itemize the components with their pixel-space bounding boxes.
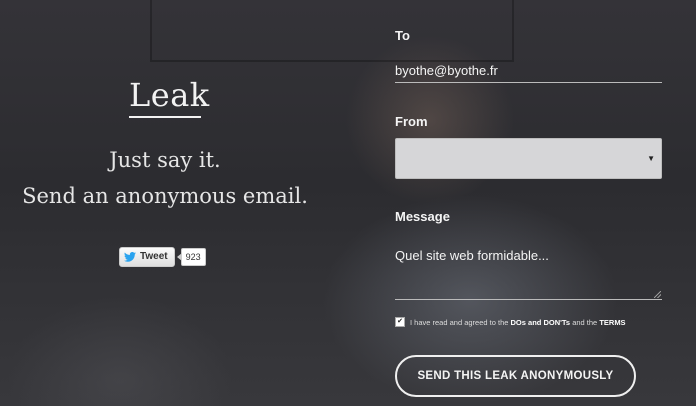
tagline-line-2: Send an anonymous email.	[22, 184, 308, 208]
tweet-button[interactable]: Tweet	[119, 246, 175, 267]
to-label: To	[395, 28, 410, 43]
twitter-bird-icon	[124, 251, 136, 262]
from-select[interactable]: ▼	[395, 138, 662, 179]
send-leak-button[interactable]: SEND THIS LEAK ANONYMOUSLY	[395, 355, 636, 397]
message-label: Message	[395, 209, 450, 224]
tweet-widget: Tweet 923	[119, 246, 206, 267]
tagline-line-1: Just say it.	[109, 148, 221, 172]
terms-agreement: ✔ I have read and agreed to the DOs and …	[395, 316, 685, 328]
logo[interactable]: Leak	[129, 76, 209, 114]
hero-panel: Leak Just say it. Send an anonymous emai…	[0, 0, 330, 406]
tweet-count-badge: 923	[176, 247, 206, 266]
terms-middle: and the	[572, 317, 598, 327]
logo-underline	[129, 116, 201, 118]
dropdown-caret-icon: ▼	[647, 154, 655, 163]
terms-checkbox[interactable]: ✔	[395, 317, 405, 327]
from-label: From	[395, 114, 428, 129]
textarea-resize-handle[interactable]	[654, 291, 661, 298]
message-textarea[interactable]: Quel site web formidable...	[395, 244, 662, 300]
terms-prefix: I have read and agreed to the	[410, 317, 509, 327]
to-email-input[interactable]	[395, 58, 662, 83]
tweet-label: Tweet	[140, 251, 168, 262]
terms-link[interactable]: TERMS	[599, 318, 625, 327]
dos-donts-link[interactable]: DOs and DON'Ts	[511, 318, 571, 327]
